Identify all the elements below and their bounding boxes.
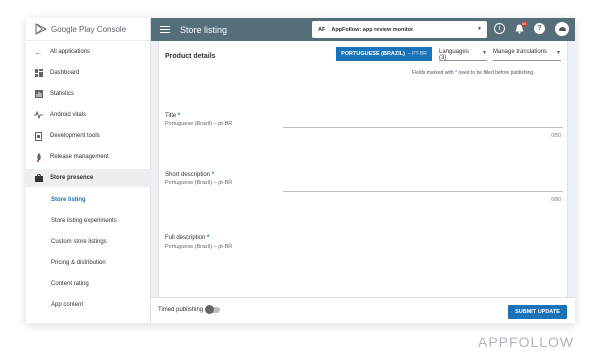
sidebar-subitem-store-listing[interactable]: Store listing (26, 191, 151, 209)
sidebar-item-dashboard[interactable]: Dashboard (26, 64, 151, 82)
sidebar-header: Google Play Console (26, 18, 150, 41)
short-description-counter: 0/80 (551, 197, 561, 203)
store-icon (34, 174, 43, 183)
sidebar-item-label: Release management (50, 154, 109, 160)
page-title: Store listing (180, 24, 228, 35)
languages-dropdown-label: Languages (3) (439, 49, 469, 61)
sidebar-item-android-vitals[interactable]: Android vitals (26, 106, 151, 124)
app-name: AppFollow: app review monitor (331, 26, 414, 33)
toggle-knob (205, 305, 214, 314)
back-arrow-icon: ← (34, 47, 43, 57)
sidebar-item-label: Android vitals (50, 112, 87, 118)
manage-translations-label: Manage translations (493, 49, 548, 55)
top-app-bar: Store listing AF AppFollow: app review m… (151, 18, 575, 41)
avatar[interactable] (555, 22, 569, 36)
main-content: Product details PORTUGUESE (BRAZIL) – PT… (151, 41, 575, 323)
language-button-label: PORTUGUESE (BRAZIL) (341, 51, 405, 57)
all-applications-link[interactable]: ← All applications (26, 43, 151, 61)
bottom-bar: Timed publishing SUBMIT UPDATE (151, 297, 575, 323)
full-description-label: Full description * (165, 235, 210, 241)
sidebar: Google Play Console ← All applications D… (26, 18, 151, 323)
language-code: – PT-BR (407, 51, 427, 57)
title-counter: 0/50 (551, 133, 561, 139)
info-icon[interactable]: i (494, 23, 505, 34)
required-fields-note: Fields marked with * need to be filled b… (412, 70, 535, 76)
sidebar-item-statistics[interactable]: Statistics (26, 85, 151, 103)
short-description-label: Short description * (165, 172, 215, 178)
sidebar-subitem-label: Store listing experiments (51, 218, 117, 224)
manage-translations-dropdown[interactable]: Manage translations ▼ (493, 49, 561, 61)
required-star: * (455, 70, 458, 76)
sidebar-item-label: Dashboard (50, 70, 80, 76)
vitals-icon (34, 111, 43, 120)
required-star: * (211, 172, 215, 178)
app-selector[interactable]: AF AppFollow: app review monitor ▼ (312, 21, 487, 38)
sidebar-subitem-app-content[interactable]: App content (26, 296, 151, 314)
appfollow-watermark: APPFOLLOW (478, 334, 575, 350)
sidebar-subitem-label: Custom store listings (51, 239, 107, 245)
title-locale: Portuguese (Brazil) – pt-BR (165, 121, 233, 127)
timed-publishing-label: Timed publishing (158, 307, 204, 313)
sidebar-subitem-custom-store-listings[interactable]: Custom store listings (26, 233, 151, 251)
menu-icon[interactable] (160, 24, 170, 35)
sidebar-item-store-presence[interactable]: Store presence (26, 169, 151, 187)
sidebar-subitem-label: Pricing & distribution (51, 260, 106, 266)
all-applications-label: All applications (50, 49, 91, 55)
short-description-input[interactable] (283, 191, 563, 192)
timed-publishing-toggle[interactable] (205, 305, 220, 314)
sidebar-subitem-label: App content (51, 302, 84, 308)
sidebar-item-label: Development tools (50, 133, 100, 139)
help-icon[interactable]: ? (534, 23, 545, 34)
sidebar-subitem-store-listing-experiments[interactable]: Store listing experiments (26, 212, 151, 230)
google-play-logo-icon (35, 23, 47, 35)
app-initials: AF (318, 26, 326, 33)
languages-dropdown[interactable]: Languages (3) ▼ (439, 49, 487, 61)
sidebar-item-development-tools[interactable]: Development tools (26, 127, 151, 145)
title-label: Title * (165, 113, 181, 119)
language-button[interactable]: PORTUGUESE (BRAZIL) – PT-BR (336, 47, 432, 61)
sidebar-item-release-management[interactable]: Release management (26, 148, 151, 166)
sidebar-item-label: Store presence (50, 175, 94, 181)
console-window: Google Play Console ← All applications D… (26, 18, 575, 323)
sidebar-item-label: Statistics (50, 91, 75, 97)
devtools-icon (34, 131, 43, 141)
rocket-icon (34, 152, 43, 162)
notification-badge: 58 (521, 21, 528, 27)
section-title: Product details (165, 53, 216, 60)
full-description-locale: Portuguese (Brazil) – pt-BR (165, 244, 233, 250)
sidebar-subitem-label: Store listing (51, 197, 86, 203)
chevron-down-icon: ▼ (482, 50, 487, 56)
chevron-down-icon: ▼ (556, 50, 561, 56)
title-input[interactable] (283, 127, 563, 128)
sidebar-subitem-label: Content rating (51, 281, 89, 287)
sidebar-subitem-pricing-distribution[interactable]: Pricing & distribution (26, 254, 151, 272)
dashboard-icon (34, 69, 43, 78)
chevron-down-icon: ▼ (477, 26, 482, 32)
brand-name: Google Play Console (51, 24, 127, 34)
required-star: * (177, 113, 181, 119)
statistics-icon (34, 90, 43, 99)
submit-update-button[interactable]: SUBMIT UPDATE (508, 305, 567, 319)
short-description-locale: Portuguese (Brazil) – pt-BR (165, 180, 233, 186)
product-details-card: Product details PORTUGUESE (BRAZIL) – PT… (158, 41, 568, 301)
sidebar-subitem-content-rating[interactable]: Content rating (26, 275, 151, 293)
required-star: * (207, 235, 210, 241)
